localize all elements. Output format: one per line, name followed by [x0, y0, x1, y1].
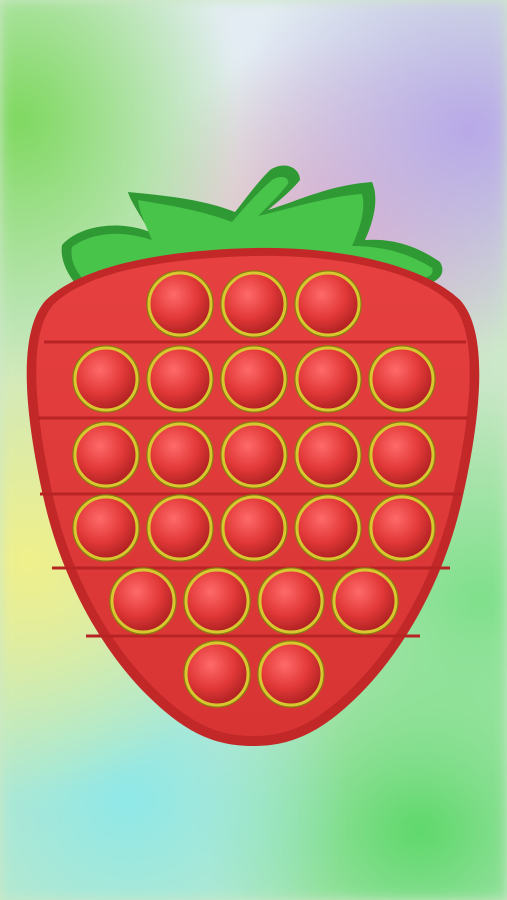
pop-bubble[interactable]: [220, 494, 288, 562]
pop-bubble[interactable]: [220, 345, 288, 413]
pop-bubble[interactable]: [183, 640, 251, 708]
pop-bubble[interactable]: [220, 270, 288, 338]
pop-bubble[interactable]: [72, 494, 140, 562]
pop-bubble[interactable]: [72, 421, 140, 489]
pop-bubble[interactable]: [72, 345, 140, 413]
pop-bubble[interactable]: [294, 270, 362, 338]
pop-bubble[interactable]: [368, 345, 436, 413]
pop-bubble[interactable]: [294, 494, 362, 562]
pop-bubble[interactable]: [257, 640, 325, 708]
pop-bubble[interactable]: [146, 345, 214, 413]
pop-bubble[interactable]: [220, 421, 288, 489]
pop-bubble[interactable]: [146, 421, 214, 489]
pop-bubble[interactable]: [294, 421, 362, 489]
pop-it-board: [26, 165, 480, 746]
pop-bubble[interactable]: [368, 421, 436, 489]
pop-bubble[interactable]: [109, 567, 177, 635]
pop-bubble[interactable]: [146, 494, 214, 562]
pop-bubble[interactable]: [331, 567, 399, 635]
pop-bubble[interactable]: [294, 345, 362, 413]
pop-bubble[interactable]: [183, 567, 251, 635]
pop-bubble[interactable]: [257, 567, 325, 635]
pop-bubble[interactable]: [368, 494, 436, 562]
pop-bubble[interactable]: [146, 270, 214, 338]
